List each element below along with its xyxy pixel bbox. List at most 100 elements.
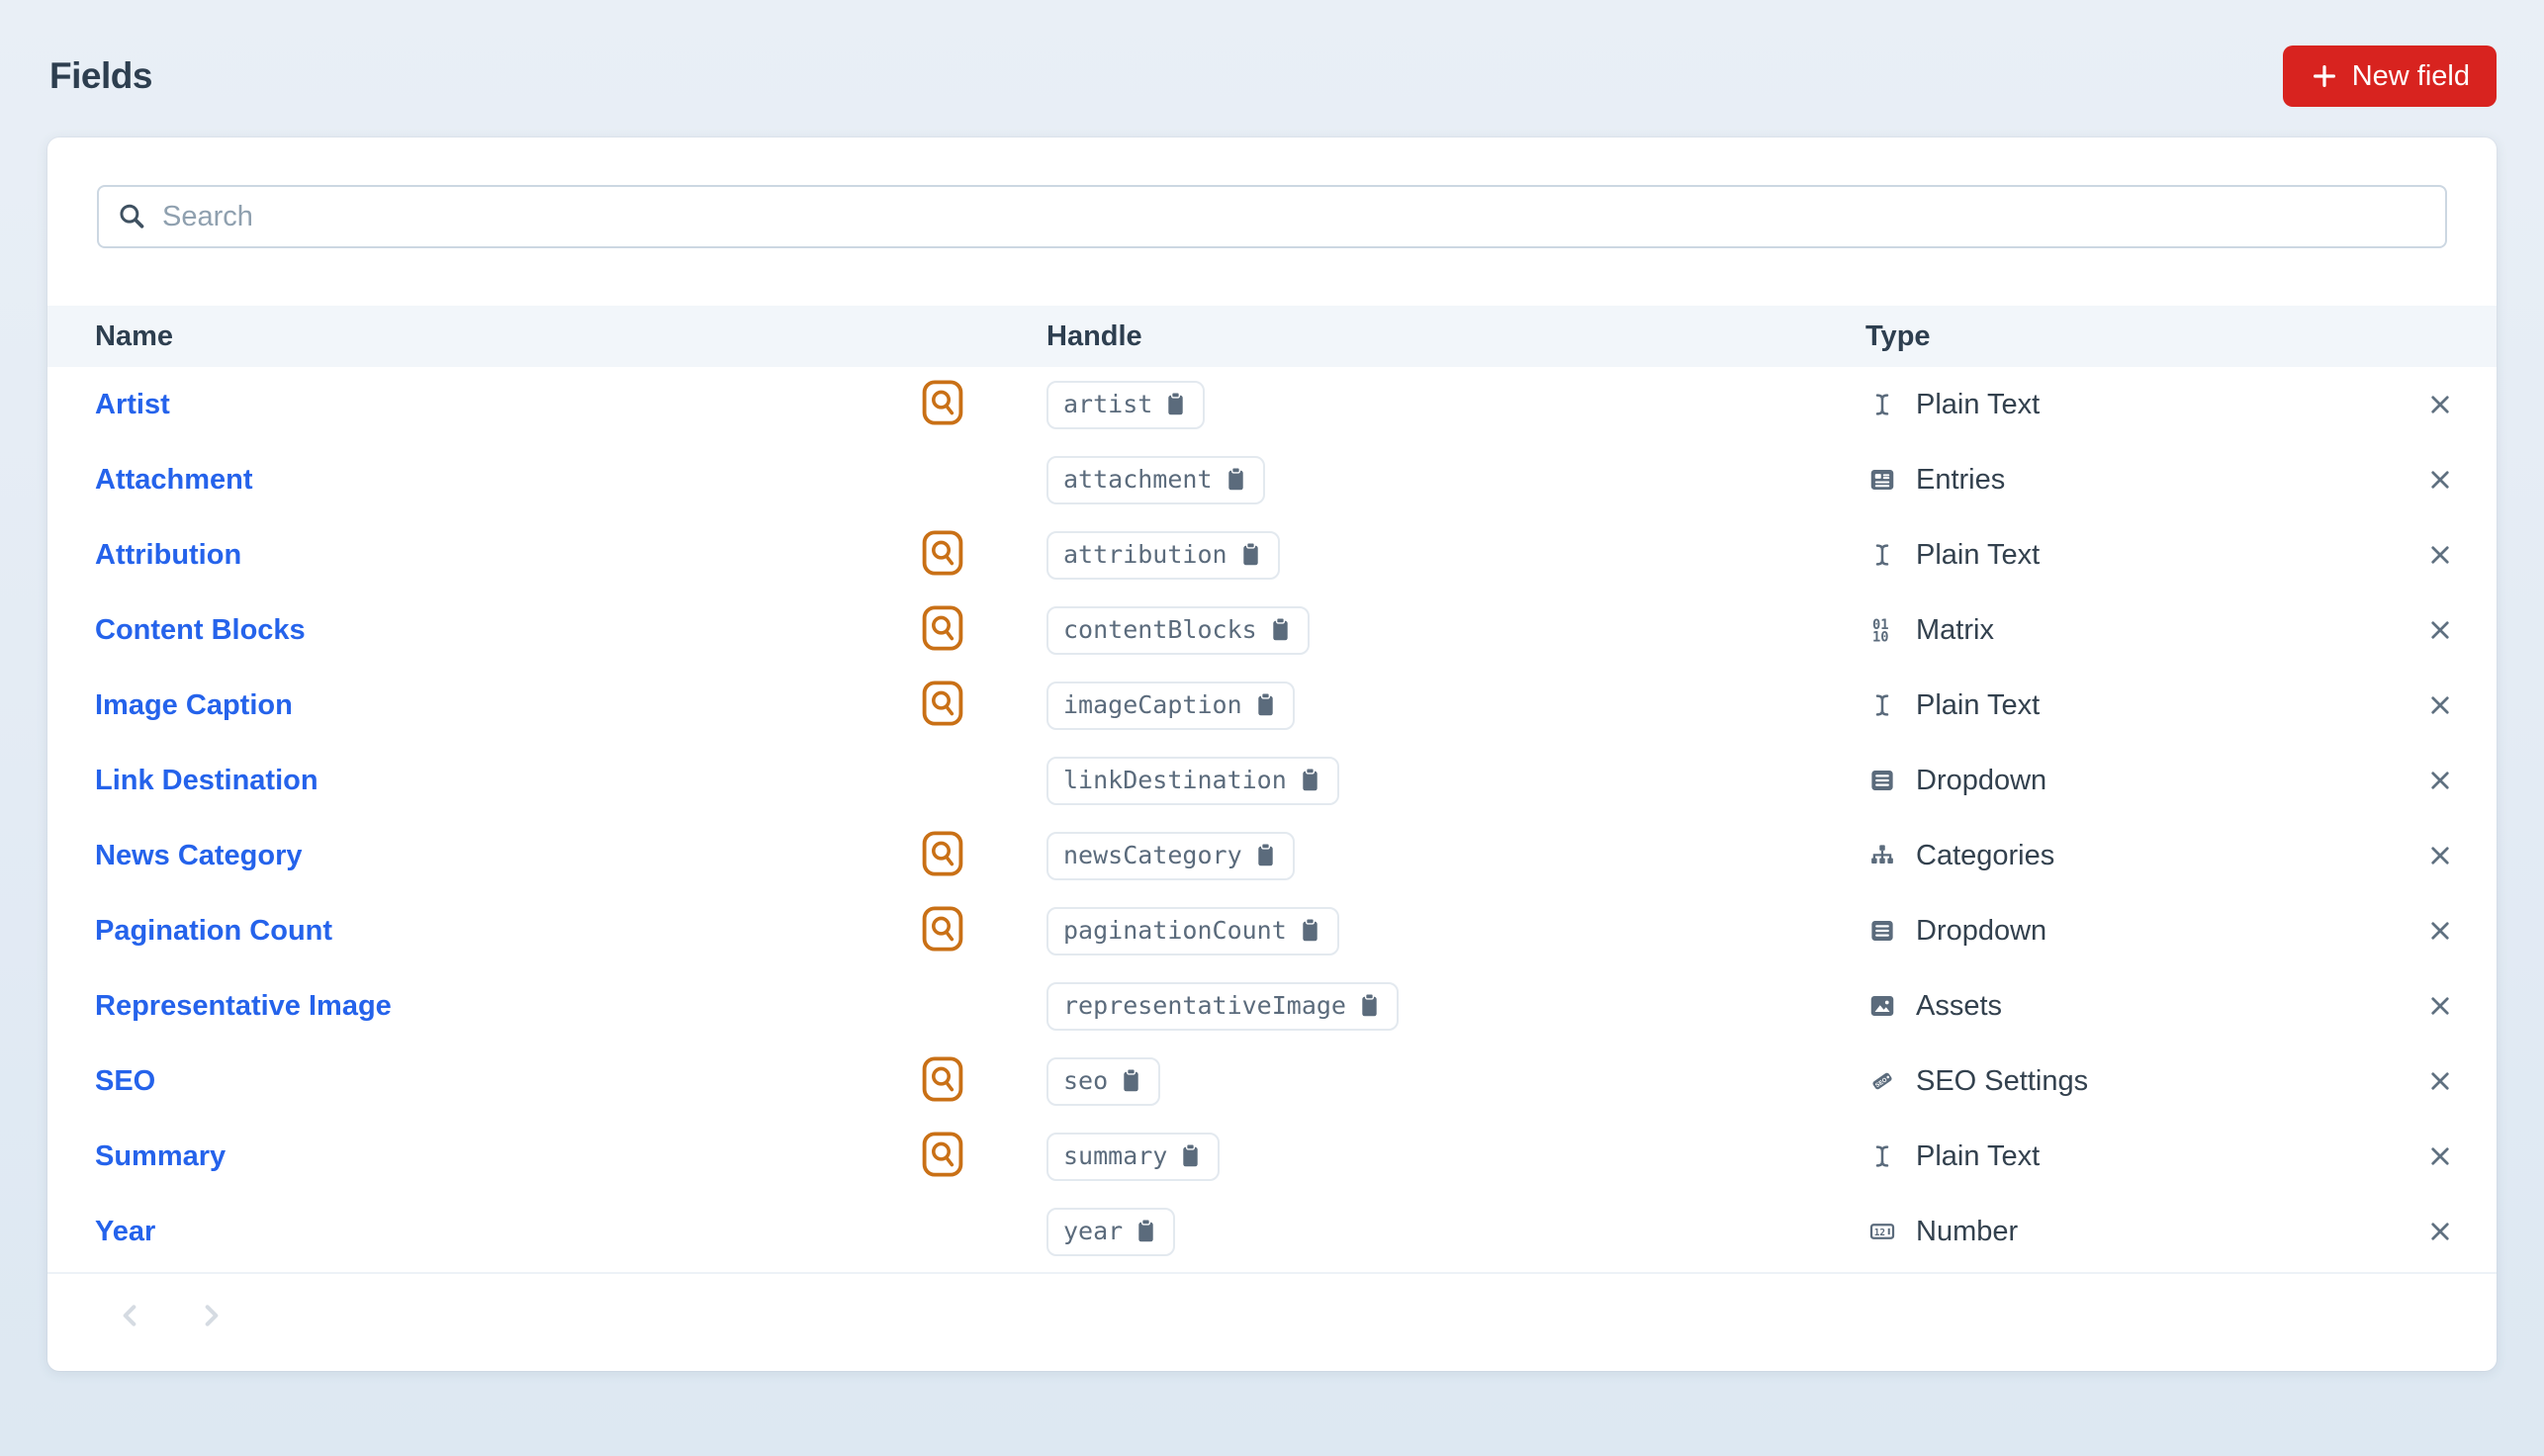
table-body: Artist artist Plain Text Attachment atta… bbox=[47, 367, 2497, 1269]
delete-field-button[interactable] bbox=[2421, 912, 2459, 950]
delete-field-button[interactable] bbox=[2421, 686, 2459, 724]
clipboard-icon bbox=[1178, 1142, 1203, 1169]
table-row: Pagination Count paginationCount Dropdow… bbox=[47, 893, 2497, 968]
delete-field-button[interactable] bbox=[2421, 1062, 2459, 1100]
delete-field-button[interactable] bbox=[2421, 536, 2459, 574]
field-type-label: Assets bbox=[1916, 989, 2003, 1022]
delete-field-button[interactable] bbox=[2421, 611, 2459, 649]
search-input[interactable] bbox=[97, 185, 2447, 248]
field-type-icon-slot bbox=[1865, 1141, 1899, 1171]
searchable-icon bbox=[922, 1055, 963, 1102]
handle-copy-button[interactable]: paginationCount bbox=[1046, 906, 1339, 956]
fields-page: Fields New field Name Handle Typ bbox=[0, 0, 2544, 1371]
handle-copy-button[interactable]: newsCategory bbox=[1046, 831, 1295, 880]
handle-copy-button[interactable]: representativeImage bbox=[1046, 981, 1399, 1031]
text-cursor-icon bbox=[1867, 390, 1897, 419]
field-name-link[interactable]: Artist bbox=[95, 389, 170, 420]
svg-text:10: 10 bbox=[1872, 629, 1889, 645]
handle-copy-button[interactable]: imageCaption bbox=[1046, 681, 1295, 730]
pagination-prev-button[interactable] bbox=[111, 1296, 150, 1335]
delete-field-button[interactable] bbox=[2421, 386, 2459, 423]
number-icon: 12 bbox=[1867, 1217, 1897, 1246]
delete-field-button[interactable] bbox=[2421, 1213, 2459, 1250]
clipboard-icon bbox=[1253, 691, 1278, 718]
dropdown-icon bbox=[1867, 766, 1897, 795]
field-name-link[interactable]: Content Blocks bbox=[95, 614, 306, 646]
field-type-icon-slot bbox=[1865, 690, 1899, 720]
field-type-label: Plain Text bbox=[1916, 1139, 2041, 1172]
table-row: Summary summary Plain Text bbox=[47, 1119, 2497, 1194]
delete-field-button[interactable] bbox=[2421, 1138, 2459, 1175]
field-name-link[interactable]: Pagination Count bbox=[95, 915, 332, 947]
field-type-icon-slot bbox=[1865, 390, 1899, 419]
handle-copy-button[interactable]: summary bbox=[1046, 1132, 1221, 1181]
field-name-link[interactable]: Summary bbox=[95, 1140, 226, 1172]
page-title: Fields bbox=[49, 55, 152, 96]
dropdown-icon bbox=[1867, 916, 1897, 946]
handle-text: year bbox=[1063, 1216, 1124, 1245]
handle-text: paginationCount bbox=[1063, 915, 1287, 945]
new-field-button[interactable]: New field bbox=[2282, 46, 2497, 107]
svg-text:12: 12 bbox=[1874, 1228, 1885, 1238]
table-row: SEO seo SEO SEO Settings bbox=[47, 1044, 2497, 1119]
field-name-link[interactable]: Year bbox=[95, 1216, 155, 1247]
field-name-link[interactable]: Attribution bbox=[95, 539, 241, 571]
handle-copy-button[interactable]: year bbox=[1046, 1207, 1176, 1256]
delete-field-button[interactable] bbox=[2421, 837, 2459, 874]
fields-card: Name Handle Type Artist artist bbox=[47, 137, 2497, 1371]
handle-copy-button[interactable]: attachment bbox=[1046, 455, 1265, 504]
column-header-handle[interactable]: Handle bbox=[1046, 320, 1865, 353]
field-name-link[interactable]: News Category bbox=[95, 840, 303, 871]
handle-copy-button[interactable]: seo bbox=[1046, 1056, 1161, 1106]
table-row: Year year 12 Number bbox=[47, 1194, 2497, 1269]
handle-text: representativeImage bbox=[1063, 990, 1346, 1020]
field-type-icon-slot bbox=[1865, 991, 1899, 1021]
delete-field-button[interactable] bbox=[2421, 987, 2459, 1025]
field-name-link[interactable]: Attachment bbox=[95, 464, 253, 496]
field-name-link[interactable]: Link Destination bbox=[95, 765, 318, 796]
search-bar bbox=[97, 185, 2447, 248]
handle-text: attachment bbox=[1063, 464, 1213, 494]
clipboard-icon bbox=[1298, 917, 1322, 944]
searchable-icon bbox=[922, 680, 963, 726]
new-field-label: New field bbox=[2351, 59, 2470, 92]
handle-copy-button[interactable]: linkDestination bbox=[1046, 756, 1339, 805]
column-header-type[interactable]: Type bbox=[1865, 320, 2411, 353]
field-type-label: Entries bbox=[1916, 463, 2006, 496]
handle-copy-button[interactable]: attribution bbox=[1046, 530, 1280, 580]
handle-text: seo bbox=[1063, 1065, 1109, 1095]
handle-copy-button[interactable]: artist bbox=[1046, 380, 1206, 429]
delete-field-button[interactable] bbox=[2421, 461, 2459, 499]
handle-text: linkDestination bbox=[1063, 765, 1287, 794]
clipboard-icon bbox=[1134, 1218, 1158, 1244]
field-name-link[interactable]: SEO bbox=[95, 1065, 155, 1097]
clipboard-icon bbox=[1119, 1067, 1143, 1094]
plus-icon bbox=[2310, 61, 2339, 91]
clipboard-icon bbox=[1268, 616, 1293, 643]
clipboard-icon bbox=[1238, 541, 1263, 568]
field-type-icon-slot: 01 10 bbox=[1865, 615, 1899, 646]
field-type-label: Number bbox=[1916, 1215, 2019, 1247]
clipboard-icon bbox=[1253, 842, 1278, 868]
delete-field-button[interactable] bbox=[2421, 762, 2459, 799]
search-icon bbox=[115, 199, 148, 232]
pagination-next-button[interactable] bbox=[191, 1296, 230, 1335]
field-name-link[interactable]: Representative Image bbox=[95, 990, 392, 1022]
categories-icon bbox=[1867, 841, 1897, 870]
assets-icon bbox=[1867, 991, 1897, 1021]
searchable-icon bbox=[922, 604, 963, 651]
searchable-icon bbox=[922, 379, 963, 425]
searchable-icon bbox=[922, 830, 963, 876]
handle-text: attribution bbox=[1063, 539, 1227, 569]
clipboard-icon bbox=[1298, 767, 1322, 793]
handle-copy-button[interactable]: contentBlocks bbox=[1046, 605, 1310, 655]
table-row: Artist artist Plain Text bbox=[47, 367, 2497, 442]
field-type-icon-slot bbox=[1865, 841, 1899, 870]
searchable-icon bbox=[922, 529, 963, 576]
table-row: Content Blocks contentBlocks 01 10 Matri… bbox=[47, 592, 2497, 668]
handle-text: newsCategory bbox=[1063, 840, 1242, 869]
column-header-name[interactable]: Name bbox=[95, 320, 922, 353]
field-name-link[interactable]: Image Caption bbox=[95, 689, 293, 721]
field-type-icon-slot bbox=[1865, 540, 1899, 570]
field-type-label: Categories bbox=[1916, 839, 2055, 871]
